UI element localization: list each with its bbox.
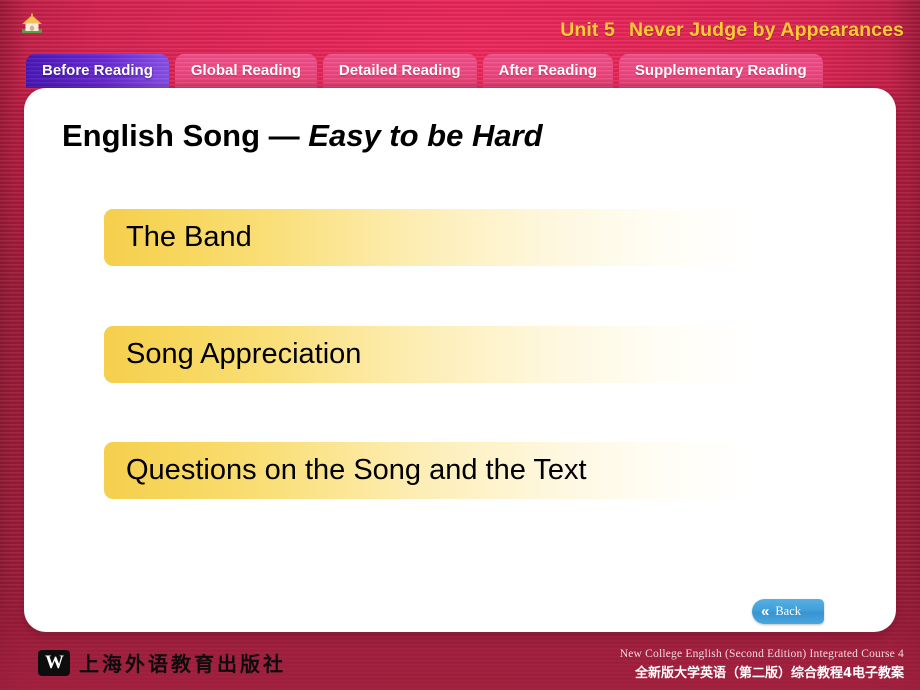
publisher-name: 上海外语教育出版社 (79, 652, 286, 676)
slide-root: Unit 5 Never Judge by Appearances Before … (0, 0, 920, 690)
menu-item-the-band[interactable]: The Band (104, 209, 796, 266)
double-chevron-left-icon: « (761, 603, 770, 620)
menu-item-label: Song Appreciation (126, 338, 362, 370)
course-title-cn: 全新版大学英语（第二版）综合教程4电子教案 (634, 666, 904, 681)
unit-name: Never Judge by Appearances (629, 19, 904, 41)
tab-after-reading[interactable]: After Reading (483, 54, 613, 88)
course-title-en: New College English (Second Edition) Int… (619, 648, 904, 660)
menu-item-label: The Band (126, 221, 252, 253)
home-icon[interactable] (20, 13, 44, 35)
tab-bar: Before Reading Global Reading Detailed R… (26, 54, 823, 88)
page-title: English Song — Easy to be Hard (62, 118, 543, 154)
content-card: English Song — Easy to be Hard The Band … (24, 88, 896, 632)
back-button-label: Back (775, 604, 802, 618)
tab-supplementary-reading[interactable]: Supplementary Reading (619, 54, 823, 88)
publisher-logo: W 上海外语教育出版社 (38, 648, 286, 677)
w-logo-icon: W (38, 649, 70, 676)
page-title-prefix: English Song — (62, 118, 309, 153)
unit-number: Unit 5 (560, 19, 615, 41)
menu-item-questions[interactable]: Questions on the Song and the Text (104, 442, 796, 499)
menu-item-song-appreciation[interactable]: Song Appreciation (104, 326, 796, 383)
course-info: New College English (Second Edition) Int… (620, 648, 904, 681)
back-button[interactable]: « Back (752, 599, 824, 624)
tab-detailed-reading[interactable]: Detailed Reading (323, 54, 477, 88)
tab-before-reading[interactable]: Before Reading (26, 54, 169, 88)
page-title-song: Easy to be Hard (308, 118, 543, 153)
unit-title: Unit 5 Never Judge by Appearances (560, 19, 904, 42)
menu-item-label: Questions on the Song and the Text (126, 454, 587, 486)
tab-global-reading[interactable]: Global Reading (175, 54, 317, 88)
